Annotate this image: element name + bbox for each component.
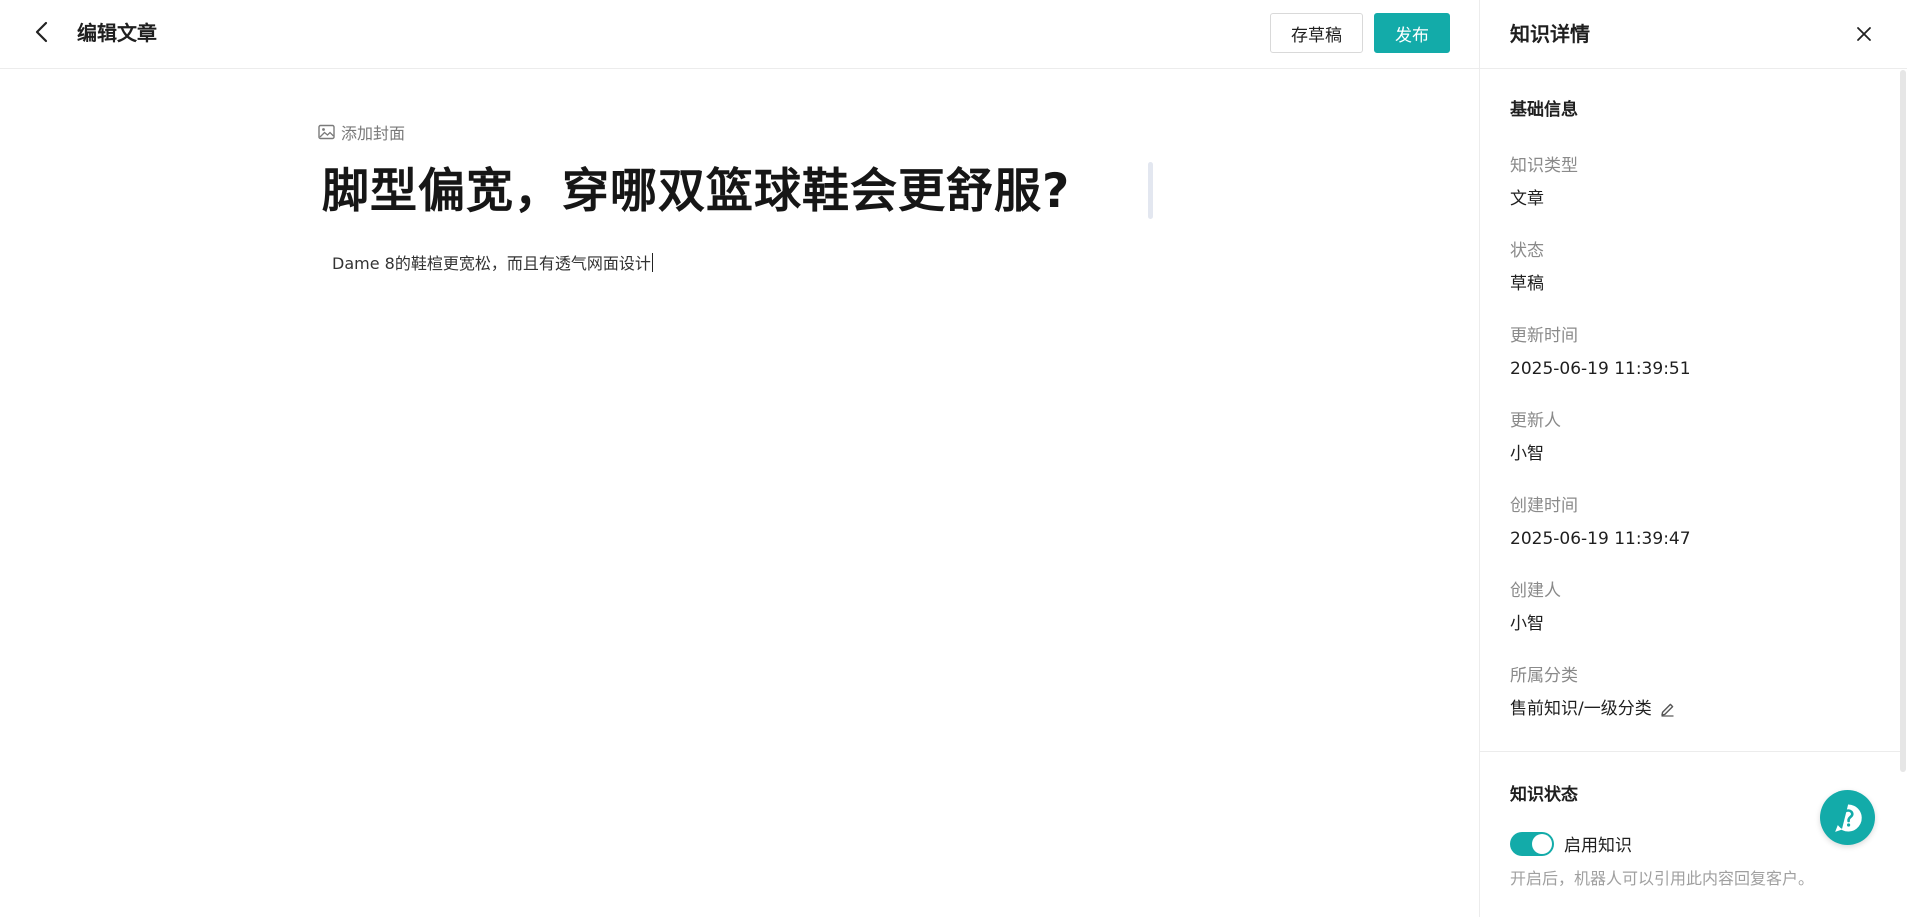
created-time-label: 创建时间: [1510, 496, 1578, 516]
publish-button[interactable]: 发布: [1374, 13, 1450, 53]
save-draft-button[interactable]: 存草稿: [1270, 13, 1363, 53]
editor-area: 编辑文章 存草稿 发布 添加封面 脚型偏宽，穿哪双篮球鞋会更舒服? Dame 8…: [0, 0, 1479, 917]
page-title: 编辑文章: [77, 21, 157, 45]
knowledge-status-heading: 知识状态: [1510, 785, 1578, 805]
back-button[interactable]: [26, 16, 58, 48]
pencil-icon: [1661, 703, 1674, 717]
app-root: 编辑文章 存草稿 发布 添加封面 脚型偏宽，穿哪双篮球鞋会更舒服? Dame 8…: [0, 0, 1907, 917]
created-by-label: 创建人: [1510, 581, 1561, 601]
updated-by-label: 更新人: [1510, 411, 1561, 431]
panel-scrollbar[interactable]: [1900, 70, 1906, 772]
status-label: 状态: [1510, 241, 1544, 261]
updated-time-value: 2025-06-19 11:39:51: [1510, 359, 1691, 379]
updated-time-label: 更新时间: [1510, 326, 1578, 346]
knowledge-detail-panel: 知识详情 基础信息 知识类型 文章 状态 草稿 更新时间 2025-06-19 …: [1479, 0, 1907, 917]
toggle-knob: [1532, 833, 1552, 854]
close-panel-button[interactable]: [1850, 20, 1878, 48]
panel-header: 知识详情: [1480, 0, 1907, 69]
chevron-left-icon: [35, 21, 48, 43]
enable-knowledge-toggle[interactable]: [1510, 831, 1554, 856]
close-icon: [1857, 27, 1871, 41]
edit-category-button[interactable]: [1660, 702, 1675, 717]
enable-knowledge-row: 启用知识: [1510, 831, 1632, 856]
category-value: 售前知识/一级分类: [1510, 699, 1652, 719]
image-icon: [318, 124, 335, 140]
category-label: 所属分类: [1510, 666, 1578, 686]
add-cover-label: 添加封面: [341, 124, 406, 143]
help-button[interactable]: [1820, 790, 1875, 845]
status-value: 草稿: [1510, 274, 1544, 294]
enable-knowledge-label: 启用知识: [1564, 836, 1632, 856]
created-by-value: 小智: [1510, 614, 1544, 634]
basic-info-heading: 基础信息: [1510, 100, 1578, 120]
question-icon: [1834, 803, 1862, 832]
add-cover-button[interactable]: 添加封面: [318, 120, 405, 144]
editor-topbar: 编辑文章 存草稿 发布: [0, 0, 1479, 69]
article-body-editor[interactable]: Dame 8的鞋楦更宽松，而且有透气网面设计: [332, 252, 653, 276]
text-caret: [651, 253, 653, 272]
created-time-value: 2025-06-19 11:39:47: [1510, 529, 1691, 549]
enable-knowledge-hint: 开启后，机器人可以引用此内容回复客户。: [1510, 869, 1815, 888]
section-divider: [1480, 751, 1900, 752]
article-body-text: Dame 8的鞋楦更宽松，而且有透气网面设计: [332, 254, 651, 273]
knowledge-type-value: 文章: [1510, 189, 1544, 209]
title-scrollbar[interactable]: [1148, 162, 1153, 219]
updated-by-value: 小智: [1510, 444, 1544, 464]
knowledge-type-label: 知识类型: [1510, 156, 1578, 176]
panel-title: 知识详情: [1510, 22, 1590, 46]
article-title-input[interactable]: 脚型偏宽，穿哪双篮球鞋会更舒服?: [322, 160, 1070, 224]
category-value-row: 售前知识/一级分类: [1510, 697, 1675, 721]
